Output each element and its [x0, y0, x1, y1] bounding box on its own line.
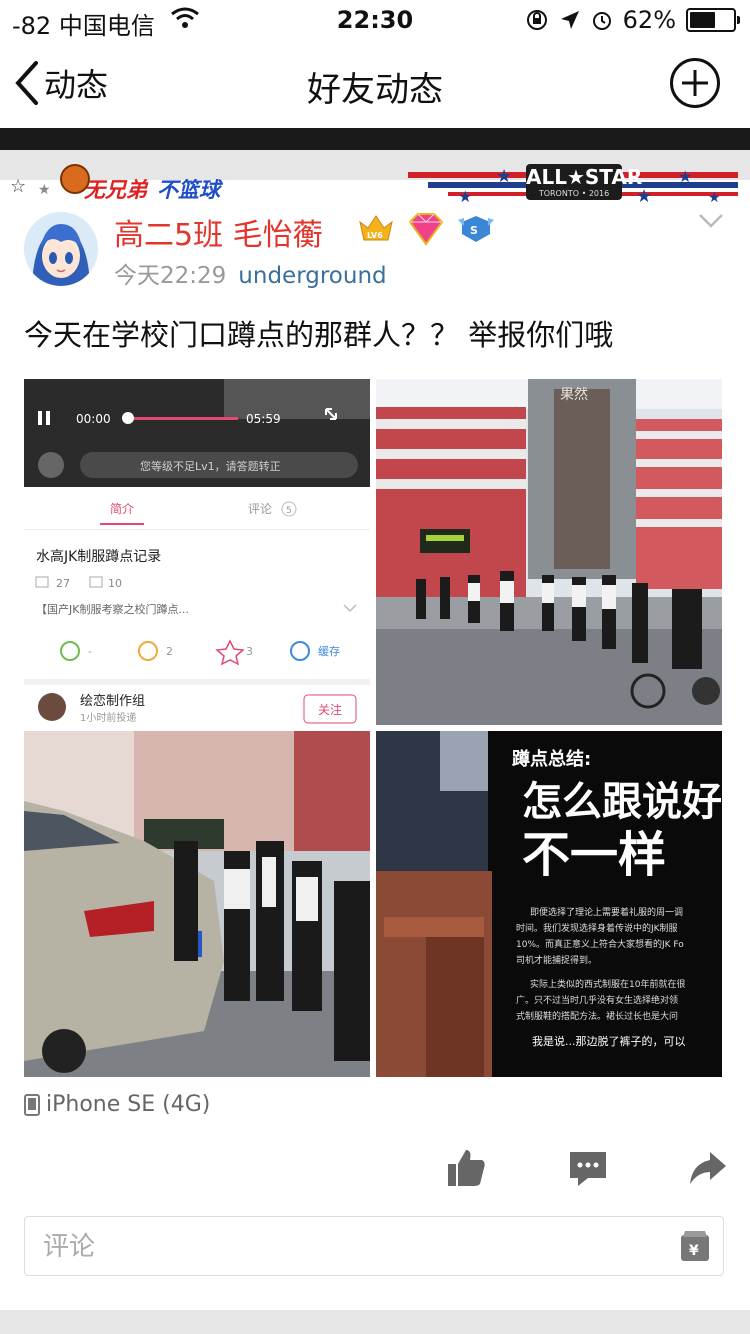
- add-icon[interactable]: [670, 58, 720, 108]
- chevron-down-icon[interactable]: [698, 212, 724, 230]
- post-meta: 今天22:29 underground: [114, 256, 387, 290]
- post-actions: [0, 1146, 750, 1196]
- summary-line-6: 广。只不过当时几乎没有女生选择绝对领: [516, 994, 678, 1006]
- rotation-lock-icon: [526, 10, 547, 30]
- header-divider: [0, 128, 750, 150]
- diamond-icon: [408, 213, 444, 246]
- summary-big-1: 怎么跟说好: [522, 779, 722, 825]
- summary-big-2: 不一样: [522, 827, 666, 883]
- post-image-4[interactable]: 蹲点总结: 怎么跟说好 不一样 即便选择了理论上需要着礼服的周一调 时间。我们发…: [376, 731, 722, 1077]
- star-icon: ☆: [10, 176, 27, 197]
- favorite-count: 3: [246, 645, 253, 658]
- summary-line-5: 实际上类似的西式制服在10年前就在很: [530, 978, 685, 990]
- allstar-subtext: TORONTO • 2016: [538, 189, 610, 198]
- gate-sign-text: 果然: [560, 386, 588, 403]
- phone-icon: [24, 1093, 40, 1116]
- summary-line-2: 时间。我们发现选择身着传说中的JK制服: [516, 922, 678, 934]
- svg-text:★: ★: [496, 168, 512, 187]
- anime-avatar-icon: [24, 212, 98, 286]
- level-notice: 您等级不足Lv1，请答题转正: [140, 459, 281, 473]
- video-desc: 【国产JK制服考察之校门蹲点...: [36, 602, 189, 616]
- location-icon: [560, 11, 579, 29]
- post-image-3[interactable]: [24, 731, 370, 1077]
- view-count: 27: [56, 577, 70, 590]
- navigation-bar: 动态 好友动态: [0, 42, 750, 128]
- allstar-text: ALL★STAR: [526, 165, 643, 189]
- post-image-1[interactable]: 00:00 05:59 您等级不足Lv1，请答题转正 简介 评论 5 水高JK制…: [24, 379, 370, 725]
- svg-text:S: S: [470, 224, 478, 237]
- comment-icon[interactable]: [566, 1146, 610, 1190]
- author-name[interactable]: 高二5班 毛怡蘅: [114, 210, 323, 254]
- battery-percent: 62%: [622, 6, 676, 34]
- slogan-left: 无兄弟: [84, 178, 147, 202]
- summary-line-8: 我是说...那边脱了裤子的，可以: [532, 1034, 686, 1048]
- svg-text:LV6: LV6: [367, 231, 383, 240]
- lv6-crown-icon: LV6: [359, 215, 393, 241]
- device-label: iPhone SE (4G): [46, 1092, 211, 1117]
- summary-line-3: 10%。而真正意义上符合大家想看的JK Fo: [516, 938, 684, 950]
- video-title: 水高JK制服蹲点记录: [36, 548, 161, 565]
- comment-box: ¥: [24, 1216, 724, 1276]
- alarm-icon: [592, 12, 611, 30]
- cache-label: 缓存: [318, 644, 340, 658]
- uploader-name: 绘恋制作组: [80, 693, 145, 709]
- user-badges: LV6 S: [356, 212, 496, 246]
- svg-text:-: -: [88, 645, 92, 658]
- svg-text:★: ★: [708, 190, 721, 202]
- card-decoration: ☆ ★ 无兄弟 不篮球 ★ ★ ★ ★ ★ ALL★STAR TORONTO • …: [0, 150, 750, 210]
- video-time-start: 00:00: [76, 412, 111, 426]
- tab-comment: 评论: [248, 502, 272, 516]
- bottom-divider: [0, 1310, 750, 1334]
- allstar-logo: ALL★STAR TORONTO • 2016: [526, 164, 642, 200]
- comment-input[interactable]: [41, 1225, 645, 1269]
- summary-line-7: 式制服鞋的搭配方法。裙长过长也是大问: [516, 1010, 678, 1022]
- follow-button: 关注: [318, 702, 342, 717]
- slogan-right: 不篮球: [157, 178, 220, 202]
- summary-line-1: 即便选择了理论上需要着礼服的周一调: [530, 906, 683, 918]
- svg-text:¥: ¥: [689, 1243, 699, 1259]
- tab-intro: 简介: [110, 502, 134, 516]
- like-icon[interactable]: [444, 1146, 488, 1190]
- post-text: 今天在学校门口蹲点的那群人？？ 举报你们哦: [24, 318, 614, 352]
- summary-line-4: 司机才能捕捉得到。: [516, 954, 597, 966]
- vip-wing-icon: S: [458, 216, 494, 242]
- page-title: 好友动态: [307, 70, 443, 110]
- device-info: iPhone SE (4G): [24, 1092, 210, 1117]
- status-bar: -82 中国电信 22:30 62%: [0, 0, 750, 42]
- svg-text:★: ★: [458, 187, 472, 202]
- post-time: 今天22:29: [114, 263, 227, 289]
- post-location[interactable]: underground: [238, 263, 386, 289]
- star-icon: ★: [38, 182, 51, 198]
- comment-count: 5: [286, 506, 292, 516]
- svg-text:★: ★: [678, 168, 692, 186]
- banner-slogan: 无兄弟 不篮球: [84, 174, 220, 204]
- post-image-2[interactable]: 果然: [376, 379, 722, 725]
- upload-time: 1小时前投递: [80, 711, 136, 724]
- share-icon[interactable]: [686, 1146, 730, 1190]
- battery-icon: [686, 8, 740, 32]
- video-time-end: 05:59: [246, 412, 281, 426]
- avatar[interactable]: [24, 212, 98, 286]
- summary-heading: 蹲点总结:: [512, 748, 591, 770]
- danmaku-count: 10: [108, 577, 122, 590]
- gift-icon[interactable]: ¥: [679, 1229, 711, 1263]
- coin-count: 2: [166, 645, 173, 658]
- image-grid: 00:00 05:59 您等级不足Lv1，请答题转正 简介 评论 5 水高JK制…: [24, 379, 722, 1077]
